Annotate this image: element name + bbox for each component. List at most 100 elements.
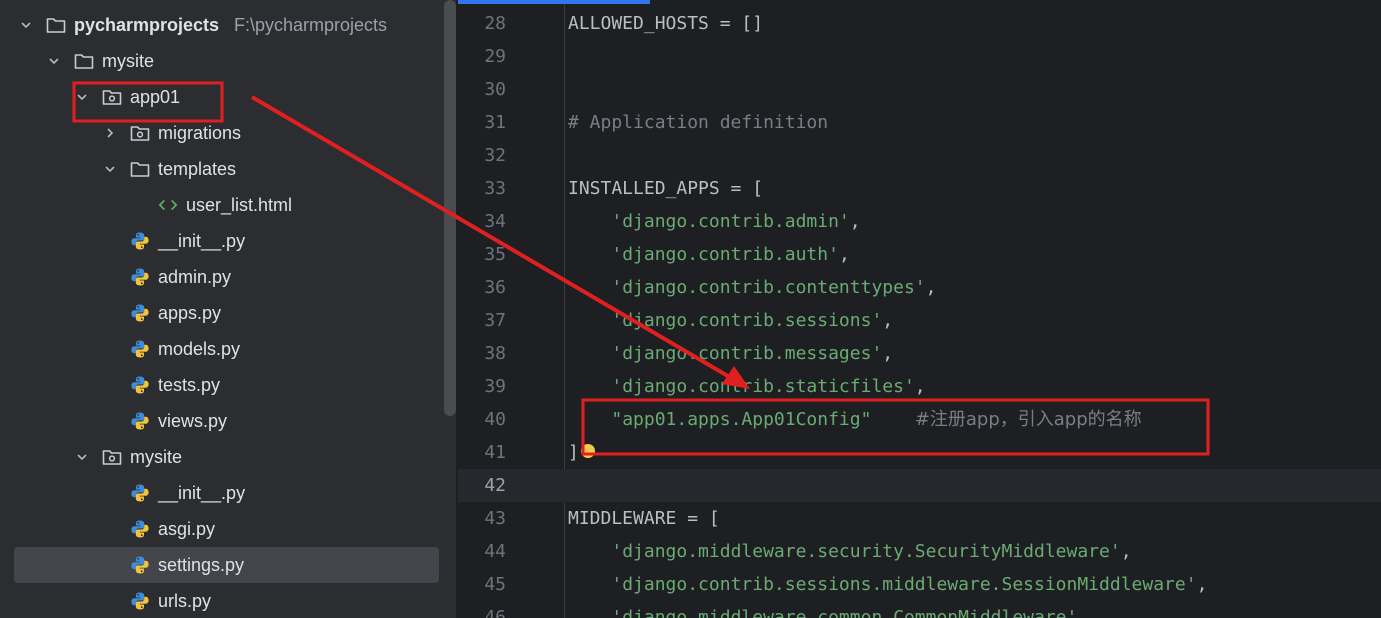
tree-row-mysite[interactable]: mysite xyxy=(0,439,444,475)
tree-row-views-py[interactable]: views.py xyxy=(0,403,444,439)
python-file-icon xyxy=(130,267,150,287)
code-line-41[interactable]: 41] xyxy=(458,436,1381,469)
code-line-33[interactable]: 33 INSTALLED_APPS = [ xyxy=(458,172,1381,205)
tree-row-asgi-py[interactable]: asgi.py xyxy=(0,511,444,547)
code-token: , xyxy=(882,343,894,364)
folder-icon xyxy=(74,51,94,71)
code-token: "app01.apps.App01Config" xyxy=(611,409,872,430)
code-line-44[interactable]: 44 'django.middleware.security.SecurityM… xyxy=(458,535,1381,568)
folder-icon xyxy=(46,15,66,35)
code-text: "app01.apps.App01Config" #注册app，引入app的名称 xyxy=(568,403,1141,436)
code-line-42[interactable]: 42 xyxy=(458,469,1381,502)
package-folder-icon xyxy=(102,87,122,107)
line-number: 34 xyxy=(484,211,506,232)
python-file-icon xyxy=(130,231,150,251)
tree-row-mysite[interactable]: mysite xyxy=(0,43,444,79)
code-token: 'django.middleware.security.SecurityMidd… xyxy=(611,541,1121,562)
code-text: 'django.contrib.staticfiles', xyxy=(568,370,925,403)
code-token: MIDDLEWARE = [ xyxy=(568,508,720,529)
code-token: , xyxy=(849,211,861,232)
tree-row-models-py[interactable]: models.py xyxy=(0,331,444,367)
code-text: 'django.contrib.sessions.middleware.Sess… xyxy=(568,568,1207,601)
code-line-35[interactable]: 35 'django.contrib.auth', xyxy=(458,238,1381,271)
tree-row-tests-py[interactable]: tests.py xyxy=(0,367,444,403)
line-number: 41 xyxy=(484,442,506,463)
chevron-down-icon[interactable] xyxy=(104,163,116,175)
chevron-down-icon[interactable] xyxy=(76,91,88,103)
tree-scrollbar[interactable] xyxy=(444,0,456,416)
code-token: , xyxy=(1196,574,1208,595)
code-token: 'django.contrib.staticfiles' xyxy=(611,376,915,397)
code-text: 'django.contrib.sessions', xyxy=(568,304,893,337)
tree-row-pycharmprojects[interactable]: pycharmprojects F:\pycharmprojects xyxy=(0,7,444,43)
line-number: 43 xyxy=(484,508,506,529)
python-file-icon xyxy=(130,483,150,503)
tree-row-label: __init__.py xyxy=(158,482,246,503)
tree-row-init-py[interactable]: __init__.py xyxy=(0,223,444,259)
tree-row-label: admin.py xyxy=(158,266,232,287)
code-line-30[interactable]: 30 xyxy=(458,73,1381,106)
code-line-34[interactable]: 34 'django.contrib.admin', xyxy=(458,205,1381,238)
tree-row-settings-py[interactable]: settings.py xyxy=(14,547,439,583)
tree-row-label: urls.py xyxy=(158,590,212,611)
tree-row-label: tests.py xyxy=(158,374,221,395)
tree-row-urls-py[interactable]: urls.py xyxy=(0,583,444,618)
tree-row-label: app01 xyxy=(130,86,181,107)
tree-row-migrations[interactable]: migrations xyxy=(0,115,444,151)
code-token: 'django.middleware.common.CommonMiddlewa… xyxy=(611,607,1078,618)
code-line-40[interactable]: 40 "app01.apps.App01Config" #注册app，引入app… xyxy=(458,403,1381,436)
code-token: # Application definition xyxy=(568,112,829,133)
line-number: 36 xyxy=(484,277,506,298)
tree-row-apps-py[interactable]: apps.py xyxy=(0,295,444,331)
code-line-45[interactable]: 45 'django.contrib.sessions.middleware.S… xyxy=(458,568,1381,601)
code-text: 'django.contrib.messages', xyxy=(568,337,893,370)
line-number: 44 xyxy=(484,541,506,562)
tree-row-app01[interactable]: app01 xyxy=(0,79,444,115)
python-file-icon xyxy=(130,303,150,323)
code-line-36[interactable]: 36 'django.contrib.contenttypes', xyxy=(458,271,1381,304)
tree-row-user-list-html[interactable]: user_list.html xyxy=(0,187,444,223)
code-line-32[interactable]: 32 xyxy=(458,139,1381,172)
line-number: 42 xyxy=(484,475,506,496)
tree-row-label: migrations xyxy=(158,122,242,143)
code-token: ] xyxy=(568,442,579,463)
chevron-down-icon[interactable] xyxy=(48,55,60,67)
python-file-icon xyxy=(130,375,150,395)
code-text: 'django.contrib.auth', xyxy=(568,238,849,271)
code-token: 'django.contrib.sessions.middleware.Sess… xyxy=(611,574,1197,595)
line-number: 32 xyxy=(484,145,506,166)
chevron-right-icon[interactable] xyxy=(104,127,116,139)
code-line-43[interactable]: 43 MIDDLEWARE = [ xyxy=(458,502,1381,535)
python-file-icon xyxy=(130,555,150,575)
tree-row-init-py[interactable]: __init__.py xyxy=(0,475,444,511)
code-line-46[interactable]: 46 'django.middleware.common.CommonMiddl… xyxy=(458,601,1381,618)
tree-row-templates[interactable]: templates xyxy=(0,151,444,187)
line-number: 28 xyxy=(484,13,506,34)
line-number: 38 xyxy=(484,343,506,364)
code-text: ALLOWED_HOSTS = [] xyxy=(568,7,763,40)
chevron-down-icon[interactable] xyxy=(20,19,32,31)
code-line-28[interactable]: 28 ALLOWED_HOSTS = [] xyxy=(458,7,1381,40)
tree-row-admin-py[interactable]: admin.py xyxy=(0,259,444,295)
line-number: 39 xyxy=(484,376,506,397)
package-folder-icon xyxy=(102,447,122,467)
code-editor[interactable]: 28 ALLOWED_HOSTS = [] 29 30 31 # Application … xyxy=(458,0,1381,618)
chevron-down-icon[interactable] xyxy=(76,451,88,463)
code-line-38[interactable]: 38 'django.contrib.messages', xyxy=(458,337,1381,370)
code-text: ] xyxy=(568,436,579,469)
code-line-31[interactable]: 31 # Application definition xyxy=(458,106,1381,139)
code-line-37[interactable]: 37 'django.contrib.sessions', xyxy=(458,304,1381,337)
intention-bulb-icon[interactable] xyxy=(581,444,595,458)
tree-row-label: pycharmprojects xyxy=(74,14,220,35)
code-line-39[interactable]: 39 'django.contrib.staticfiles', xyxy=(458,370,1381,403)
editor-tab-indicator xyxy=(458,0,650,4)
line-number: 33 xyxy=(484,178,506,199)
code-line-29[interactable]: 29 xyxy=(458,40,1381,73)
